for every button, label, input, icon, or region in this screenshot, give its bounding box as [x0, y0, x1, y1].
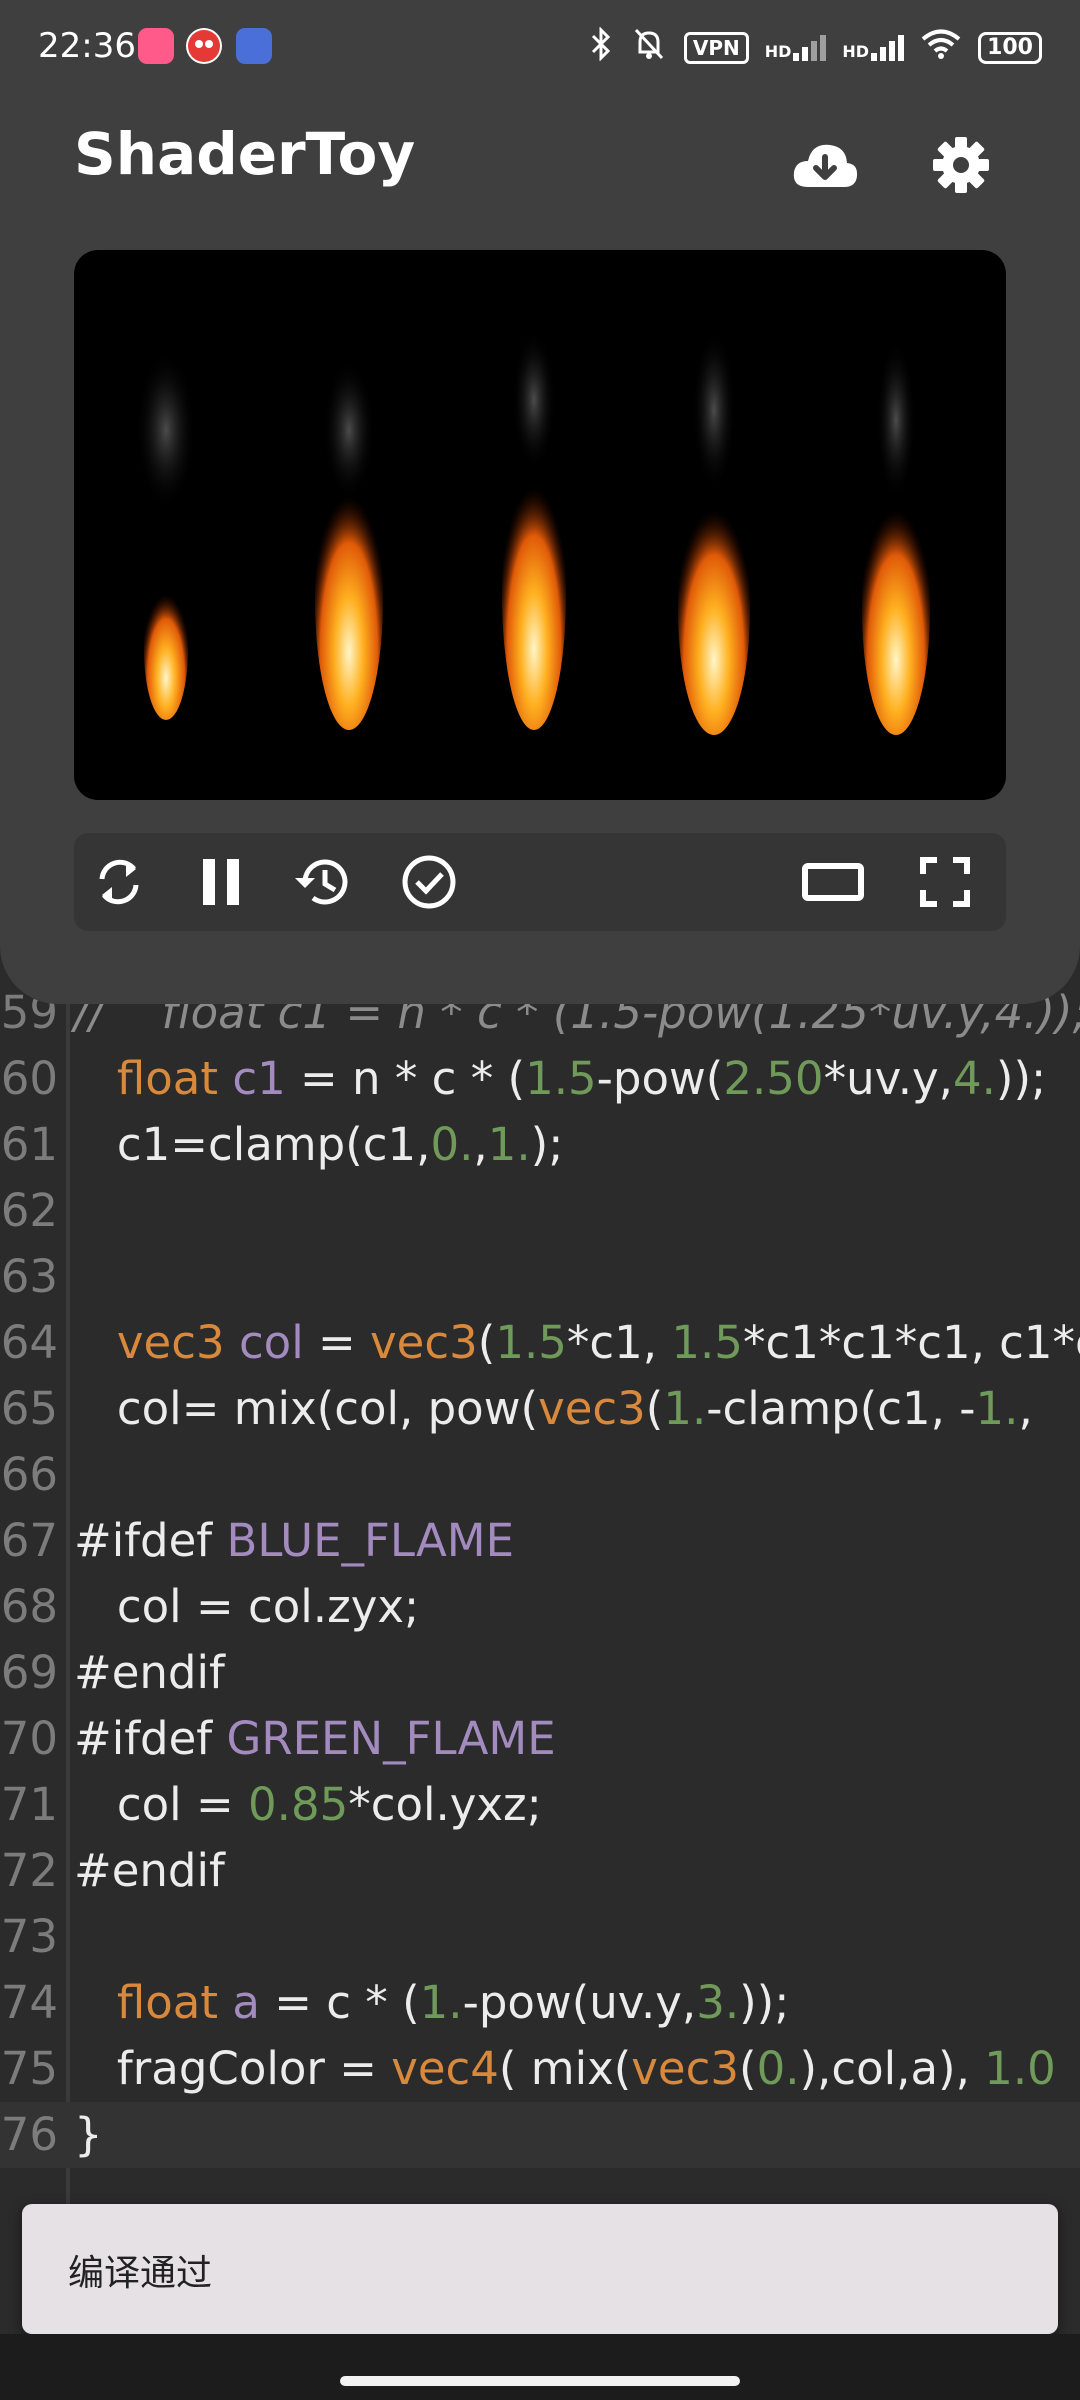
- notification-app-icon: [236, 28, 272, 64]
- line-number: 73: [0, 1910, 58, 1963]
- code-line[interactable]: 69 #endif: [0, 1640, 1080, 1706]
- code-line[interactable]: 67 #ifdef BLUE_FLAME: [0, 1508, 1080, 1574]
- notification-app-icon: [138, 28, 174, 64]
- vpn-badge: VPN: [683, 31, 749, 64]
- player-toolbar: [74, 833, 1006, 931]
- code-line[interactable]: 64 vec3 col = vec3(1.5*c1, 1.5*c1*c1*c1,…: [0, 1310, 1080, 1376]
- line-number: 67: [0, 1514, 58, 1567]
- status-indicators: VPN HD HD 100: [588, 26, 1042, 69]
- code-line[interactable]: 72 #endif: [0, 1838, 1080, 1904]
- settings-button[interactable]: [926, 130, 996, 200]
- line-number: 71: [0, 1778, 58, 1831]
- code-line[interactable]: 63: [0, 1244, 1080, 1310]
- history-icon: [295, 859, 348, 905]
- cloud-download-icon: [793, 144, 858, 187]
- restart-button[interactable]: [84, 847, 154, 917]
- toast-notification: 编译通过: [22, 2204, 1058, 2334]
- status-bar: 22:36 VPN HD HD 100: [0, 0, 1080, 96]
- status-time: 22:36: [38, 26, 136, 66]
- aspect-ratio-button[interactable]: [798, 847, 868, 917]
- code-line[interactable]: 76}: [0, 2102, 1080, 2168]
- line-number: 65: [0, 1382, 58, 1435]
- code-line[interactable]: 68 col = col.zyx;: [0, 1574, 1080, 1640]
- code-text[interactable]: col= mix(col, pow(vec3(1.-clamp(c1, -1.,: [74, 1376, 1033, 1442]
- refresh-icon: [99, 859, 139, 905]
- bluetooth-icon: [588, 26, 614, 68]
- aspect-ratio-icon: [802, 863, 864, 901]
- compile-button[interactable]: [394, 847, 464, 917]
- fullscreen-icon: [920, 857, 970, 907]
- fullscreen-button[interactable]: [910, 847, 980, 917]
- line-number: 68: [0, 1580, 58, 1633]
- code-line[interactable]: 74 float a = c * (1.-pow(uv.y,3.));: [0, 1970, 1080, 2036]
- code-text[interactable]: fragColor = vec4( mix(vec3(0.),col,a), 1…: [74, 2036, 1056, 2102]
- hd-label: HD: [842, 41, 870, 61]
- pause-icon: [203, 859, 239, 905]
- code-text[interactable]: vec3 col = vec3(1.5*c1, 1.5*c1*c1*c1, c1…: [74, 1310, 1080, 1376]
- app-title: ShaderToy: [74, 120, 416, 188]
- signal-1: HD: [764, 34, 827, 61]
- history-button[interactable]: [286, 847, 356, 917]
- code-text[interactable]: }: [74, 2102, 103, 2168]
- code-text[interactable]: #ifdef GREEN_FLAME: [74, 1706, 556, 1772]
- line-number: 72: [0, 1844, 58, 1897]
- code-text[interactable]: float a = c * (1.-pow(uv.y,3.));: [74, 1970, 789, 2036]
- line-number: 75: [0, 2042, 58, 2095]
- shader-preview-panel: 22:36 VPN HD HD 100 ShaderToy: [0, 0, 1080, 1004]
- line-number: 63: [0, 1250, 58, 1303]
- shader-preview[interactable]: [74, 250, 1006, 800]
- check-circle-icon: [402, 855, 456, 909]
- line-number: 76: [0, 2108, 58, 2161]
- flame-render: [136, 330, 930, 735]
- line-number: 69: [0, 1646, 58, 1699]
- line-number: 61: [0, 1118, 58, 1171]
- signal-2: HD: [842, 34, 905, 61]
- code-line[interactable]: 62: [0, 1178, 1080, 1244]
- code-line[interactable]: 61 c1=clamp(c1,0.,1.);: [0, 1112, 1080, 1178]
- gear-icon: [933, 137, 989, 193]
- code-text[interactable]: col = col.zyx;: [74, 1574, 419, 1640]
- code-text[interactable]: c1=clamp(c1,0.,1.);: [74, 1112, 563, 1178]
- wifi-icon: [920, 28, 962, 67]
- code-line[interactable]: 65 col= mix(col, pow(vec3(1.-clamp(c1, -…: [0, 1376, 1080, 1442]
- code-line[interactable]: 70 #ifdef GREEN_FLAME: [0, 1706, 1080, 1772]
- line-number: 74: [0, 1976, 58, 2029]
- pause-button[interactable]: [186, 847, 256, 917]
- code-text[interactable]: #endif: [74, 1838, 225, 1904]
- line-number: 66: [0, 1448, 58, 1501]
- toast-message: 编译通过: [68, 2253, 213, 2294]
- code-line[interactable]: 73: [0, 1904, 1080, 1970]
- code-text[interactable]: #ifdef BLUE_FLAME: [74, 1508, 514, 1574]
- code-text[interactable]: float c1 = n * c * (1.5-pow(2.50*uv.y,4.…: [74, 1046, 1046, 1112]
- download-button[interactable]: [790, 130, 860, 200]
- code-line[interactable]: 75 fragColor = vec4( mix(vec3(0.),col,a)…: [0, 2036, 1080, 2102]
- home-indicator[interactable]: [340, 2376, 740, 2386]
- line-number: 64: [0, 1316, 58, 1369]
- mute-bell-icon: [630, 26, 668, 69]
- code-text[interactable]: #endif: [74, 1640, 225, 1706]
- code-line[interactable]: 71 col = 0.85*col.yxz;: [0, 1772, 1080, 1838]
- navigation-bar: [0, 2334, 1080, 2400]
- line-number: 62: [0, 1184, 58, 1237]
- line-number: 70: [0, 1712, 58, 1765]
- code-line[interactable]: 66: [0, 1442, 1080, 1508]
- battery-indicator: 100: [978, 31, 1042, 64]
- code-editor[interactable]: 58float c = 1. - 16. * pow( max( 0., len…: [0, 950, 1080, 2210]
- hd-label: HD: [764, 41, 792, 61]
- line-number: 60: [0, 1052, 58, 1105]
- notification-app-icon: [186, 28, 222, 64]
- code-line[interactable]: 60 float c1 = n * c * (1.5-pow(2.50*uv.y…: [0, 1046, 1080, 1112]
- code-text[interactable]: col = 0.85*col.yxz;: [74, 1772, 542, 1838]
